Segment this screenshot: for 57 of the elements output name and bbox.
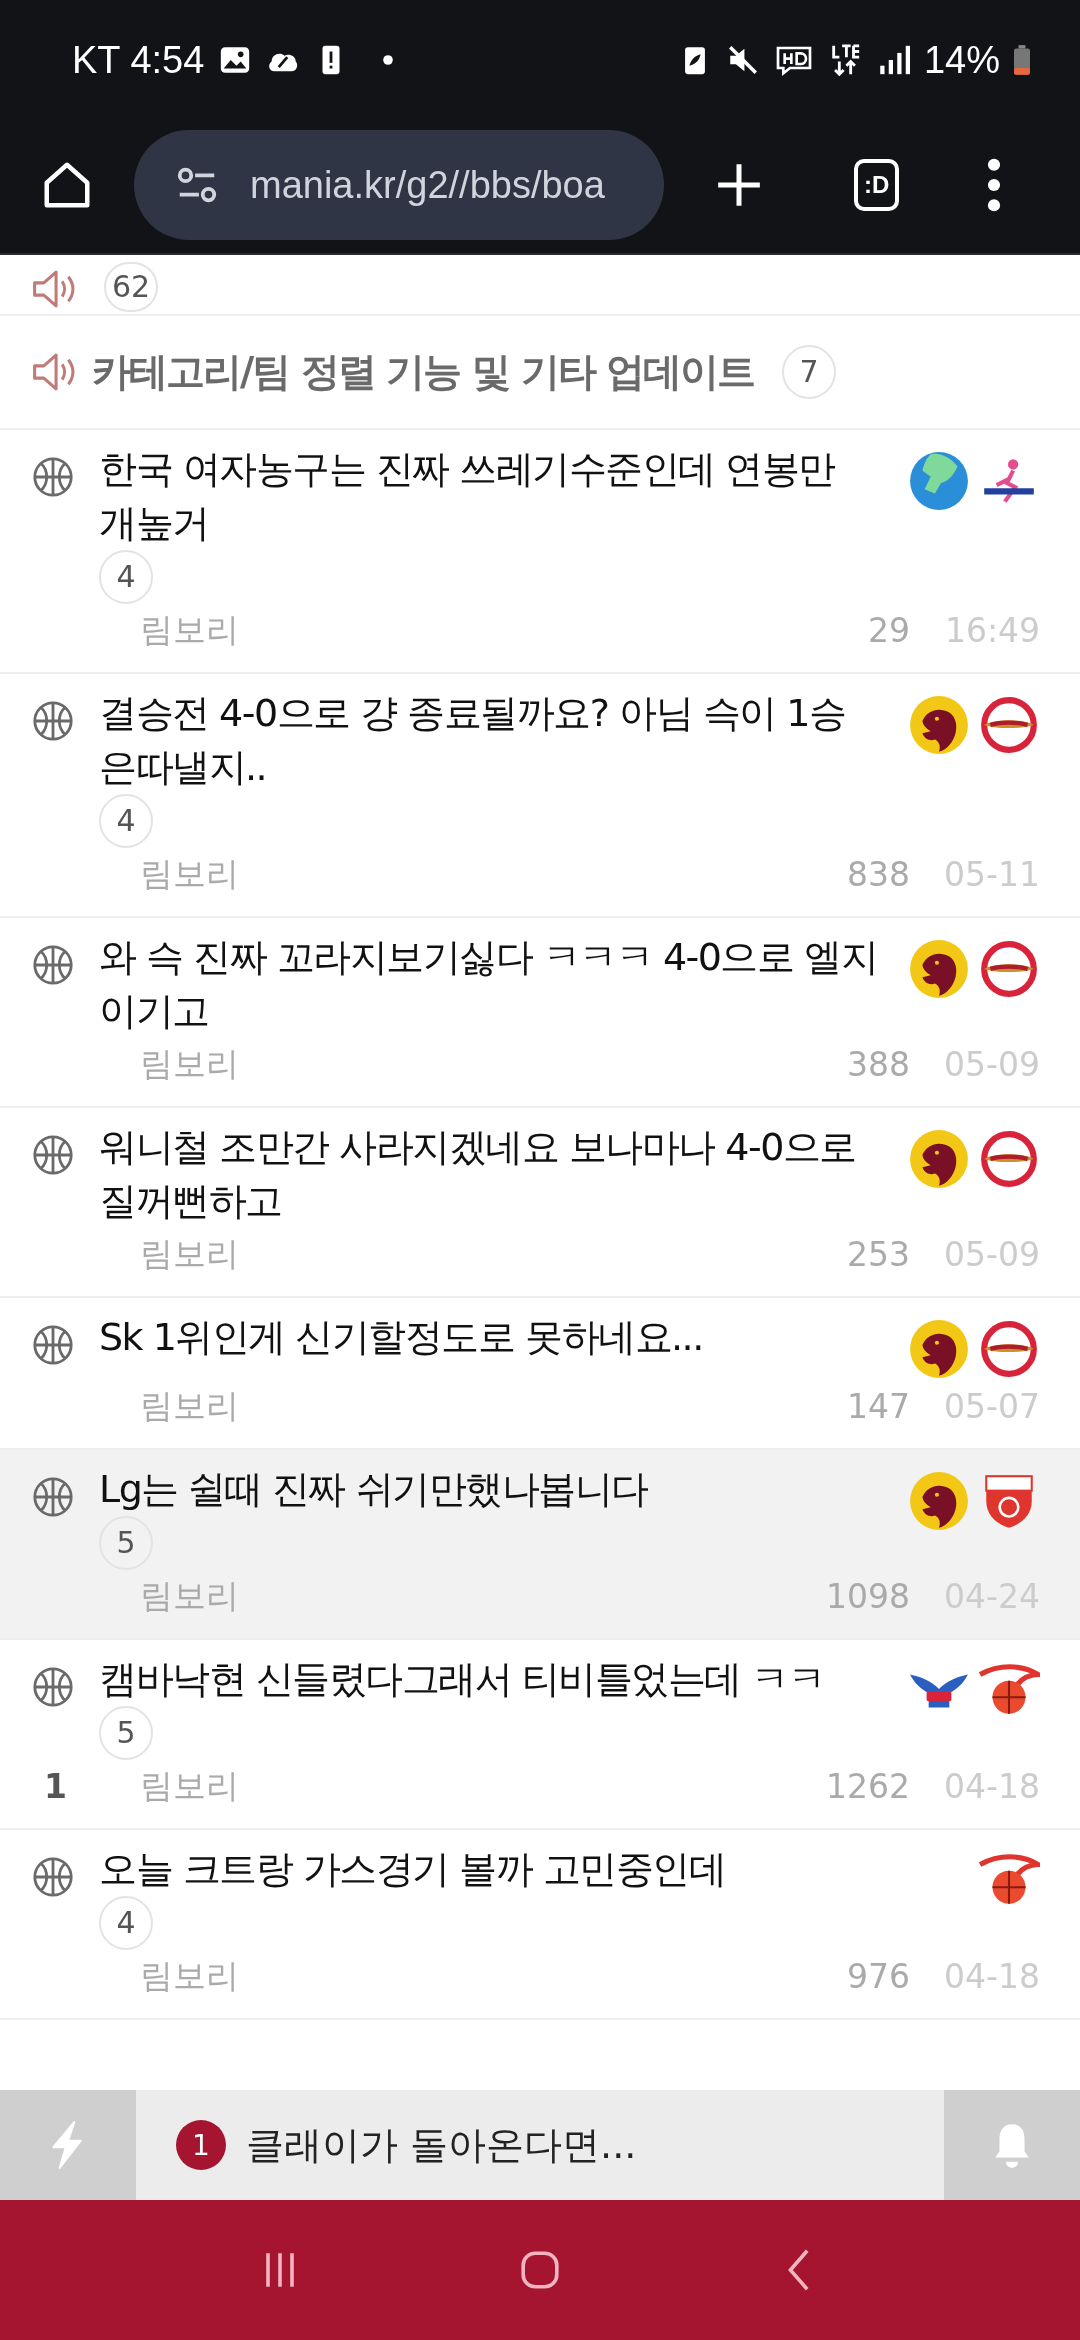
post-title: 캠바낙현 신들렸다그래서 티비틀었는데 ㅋㅋ (99, 1656, 826, 1703)
tabs-button[interactable]: :D (854, 159, 900, 211)
post-title: 와 슥 진짜 꼬라지보기싫다 ㅋㅋㅋ 4-0으로 엘지이기고 (99, 934, 878, 1035)
author-name: 림보리 (140, 1574, 240, 1617)
view-count: 976 (847, 1956, 910, 1996)
hawk-logo-icon (908, 1470, 970, 1532)
author-name: 림보리 (140, 1384, 240, 1427)
view-count: 1098 (826, 1576, 910, 1616)
post-title: 결승전 4-0으로 걍 종료될까요? 아님 슥이 1승은따낼지.. (99, 690, 847, 791)
basketball-icon (32, 944, 74, 986)
basketball-icon (32, 1666, 74, 1708)
basketball-icon (32, 1134, 74, 1176)
basketball-icon (32, 1476, 74, 1518)
url-text: mania.kr/g2//bbs/boa (250, 163, 605, 207)
basketball-icon (32, 1856, 74, 1898)
dot-icon (382, 54, 395, 66)
basketball-icon (32, 1324, 74, 1366)
author-name: 림보리 (140, 1042, 240, 1085)
post-title: 워니철 조만간 사라지겠네요 보나마나 4-0으로 질꺼뻔하고 (99, 1124, 857, 1225)
author-name: 림보리 (140, 852, 240, 895)
hawk-logo-icon (908, 938, 970, 1000)
rank-badge: 1 (176, 2120, 226, 2170)
post-title: Sk 1위인게 신기할정도로 못하네요... (99, 1314, 704, 1361)
hawk-logo-icon (908, 1318, 970, 1380)
view-count: 147 (847, 1386, 910, 1426)
view-count: 1262 (826, 1766, 910, 1806)
ticker-text: 클래이가 돌아온다면... (246, 2121, 637, 2169)
battery-icon (1014, 44, 1030, 76)
carrier-time: KT 4:54 (72, 38, 205, 82)
hawk-logo-icon (908, 1128, 970, 1190)
comment-count: 62 (104, 262, 158, 312)
post-title: 오늘 크트랑 가스경기 볼까 고민중인데 (99, 1846, 727, 1893)
hawk-logo-icon (908, 694, 970, 756)
post-title: 한국 여자농구는 진짜 쓰레기수준인데 연봉만 개높거 (99, 446, 836, 547)
basketball-icon (32, 700, 74, 742)
notice-title[interactable]: 카테고리/팀 정렬 기능 및 기타 업데이트 (92, 345, 755, 399)
menu-icon[interactable] (987, 158, 1002, 212)
globe-logo-icon (908, 450, 970, 512)
basketball-icon (32, 456, 74, 498)
comment-count: 7 (782, 345, 837, 399)
comment-count: 5 (99, 1516, 153, 1570)
battery-percent: 14% (923, 38, 1000, 82)
author-name: 림보리 (140, 608, 240, 651)
post-title: Lg는 쉴때 진짜 쉬기만했나봅니다 (99, 1466, 649, 1513)
view-count: 253 (847, 1234, 910, 1274)
rank-number: 1 (43, 1766, 67, 1806)
view-count: 838 (847, 854, 910, 894)
author-name: 림보리 (140, 1232, 240, 1275)
view-count: 388 (847, 1044, 910, 1084)
comment-count: 4 (99, 1896, 153, 1950)
view-count: 29 (868, 610, 910, 650)
author-name: 림보리 (140, 1954, 240, 1997)
author-name: 림보리 (140, 1764, 240, 1807)
comment-count: 5 (99, 1706, 153, 1760)
address-bar[interactable]: mania.kr/g2//bbs/boa (134, 130, 664, 240)
comment-count: 4 (99, 550, 153, 604)
comment-count: 4 (99, 794, 153, 848)
